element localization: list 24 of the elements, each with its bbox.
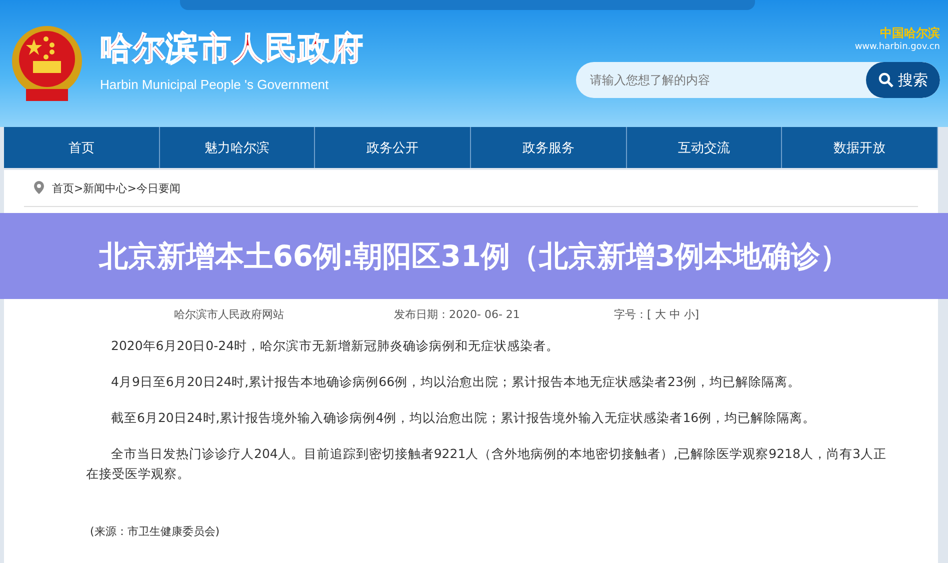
nav-item[interactable]: 政务服务 — [471, 127, 627, 168]
city-logo: 中国哈尔滨 — [880, 25, 940, 42]
publish-date: 发布日期：2020- 06- 21 — [394, 307, 521, 322]
search-icon — [878, 72, 894, 88]
location-pin-icon — [32, 180, 46, 196]
city-url: www.harbin.gov.cn — [854, 42, 940, 52]
search-button[interactable]: 搜索 — [866, 62, 940, 98]
article-paragraph: 4月9日至6月20日24时,累计报告本地确诊病例66例，均以治愈出院；累计报告本地无症状感染者23例，均已解除隔离。 — [110, 373, 802, 391]
nav-item[interactable]: 互动交流 — [626, 127, 782, 168]
source-note: (来源：市卫生健康委员会) — [89, 524, 221, 539]
article-paragraph: 2020年6月20日0-24时，哈尔滨市无新增新冠肺炎确诊病例和无症状感染者。 — [110, 337, 560, 355]
search-field[interactable]: 请输入您想了解的内容 搜索 — [576, 62, 940, 98]
nav-item[interactable]: 首页 — [4, 127, 160, 168]
nav-item[interactable]: 数据开放 — [782, 127, 938, 168]
breadcrumb: 首页>新闻中心>今日要闻 — [52, 180, 180, 196]
headline-text: 北京新增本土66例:朝阳区31例（北京新增3例本地确诊） — [98, 238, 850, 275]
nav-item[interactable]: 政务公开 — [315, 127, 472, 168]
nav-item[interactable]: 魅力哈尔滨 — [160, 127, 316, 168]
site-subtitle: Harbin Municipal People 's Government — [100, 77, 330, 92]
font-size-control[interactable]: 字号：[ 大 中 小] — [614, 307, 700, 322]
article-paragraph: 全市当日发热门诊诊疗人204人。目前追踪到密切接触者9221人（含外地病例的本地密切接触者）,已解除医学观察9218人，尚有3人正在接受医学观察。 — [85, 445, 888, 483]
site-title: 哈尔滨市人民政府 — [100, 28, 364, 69]
article-paragraph: 截至6月20日24时,累计报告境外输入确诊病例4例，均以治愈出院；累计报告境外输入无症状感染者16例，均已解除隔离。 — [110, 409, 817, 427]
article-source: 哈尔滨市人民政府网站 — [174, 307, 285, 322]
